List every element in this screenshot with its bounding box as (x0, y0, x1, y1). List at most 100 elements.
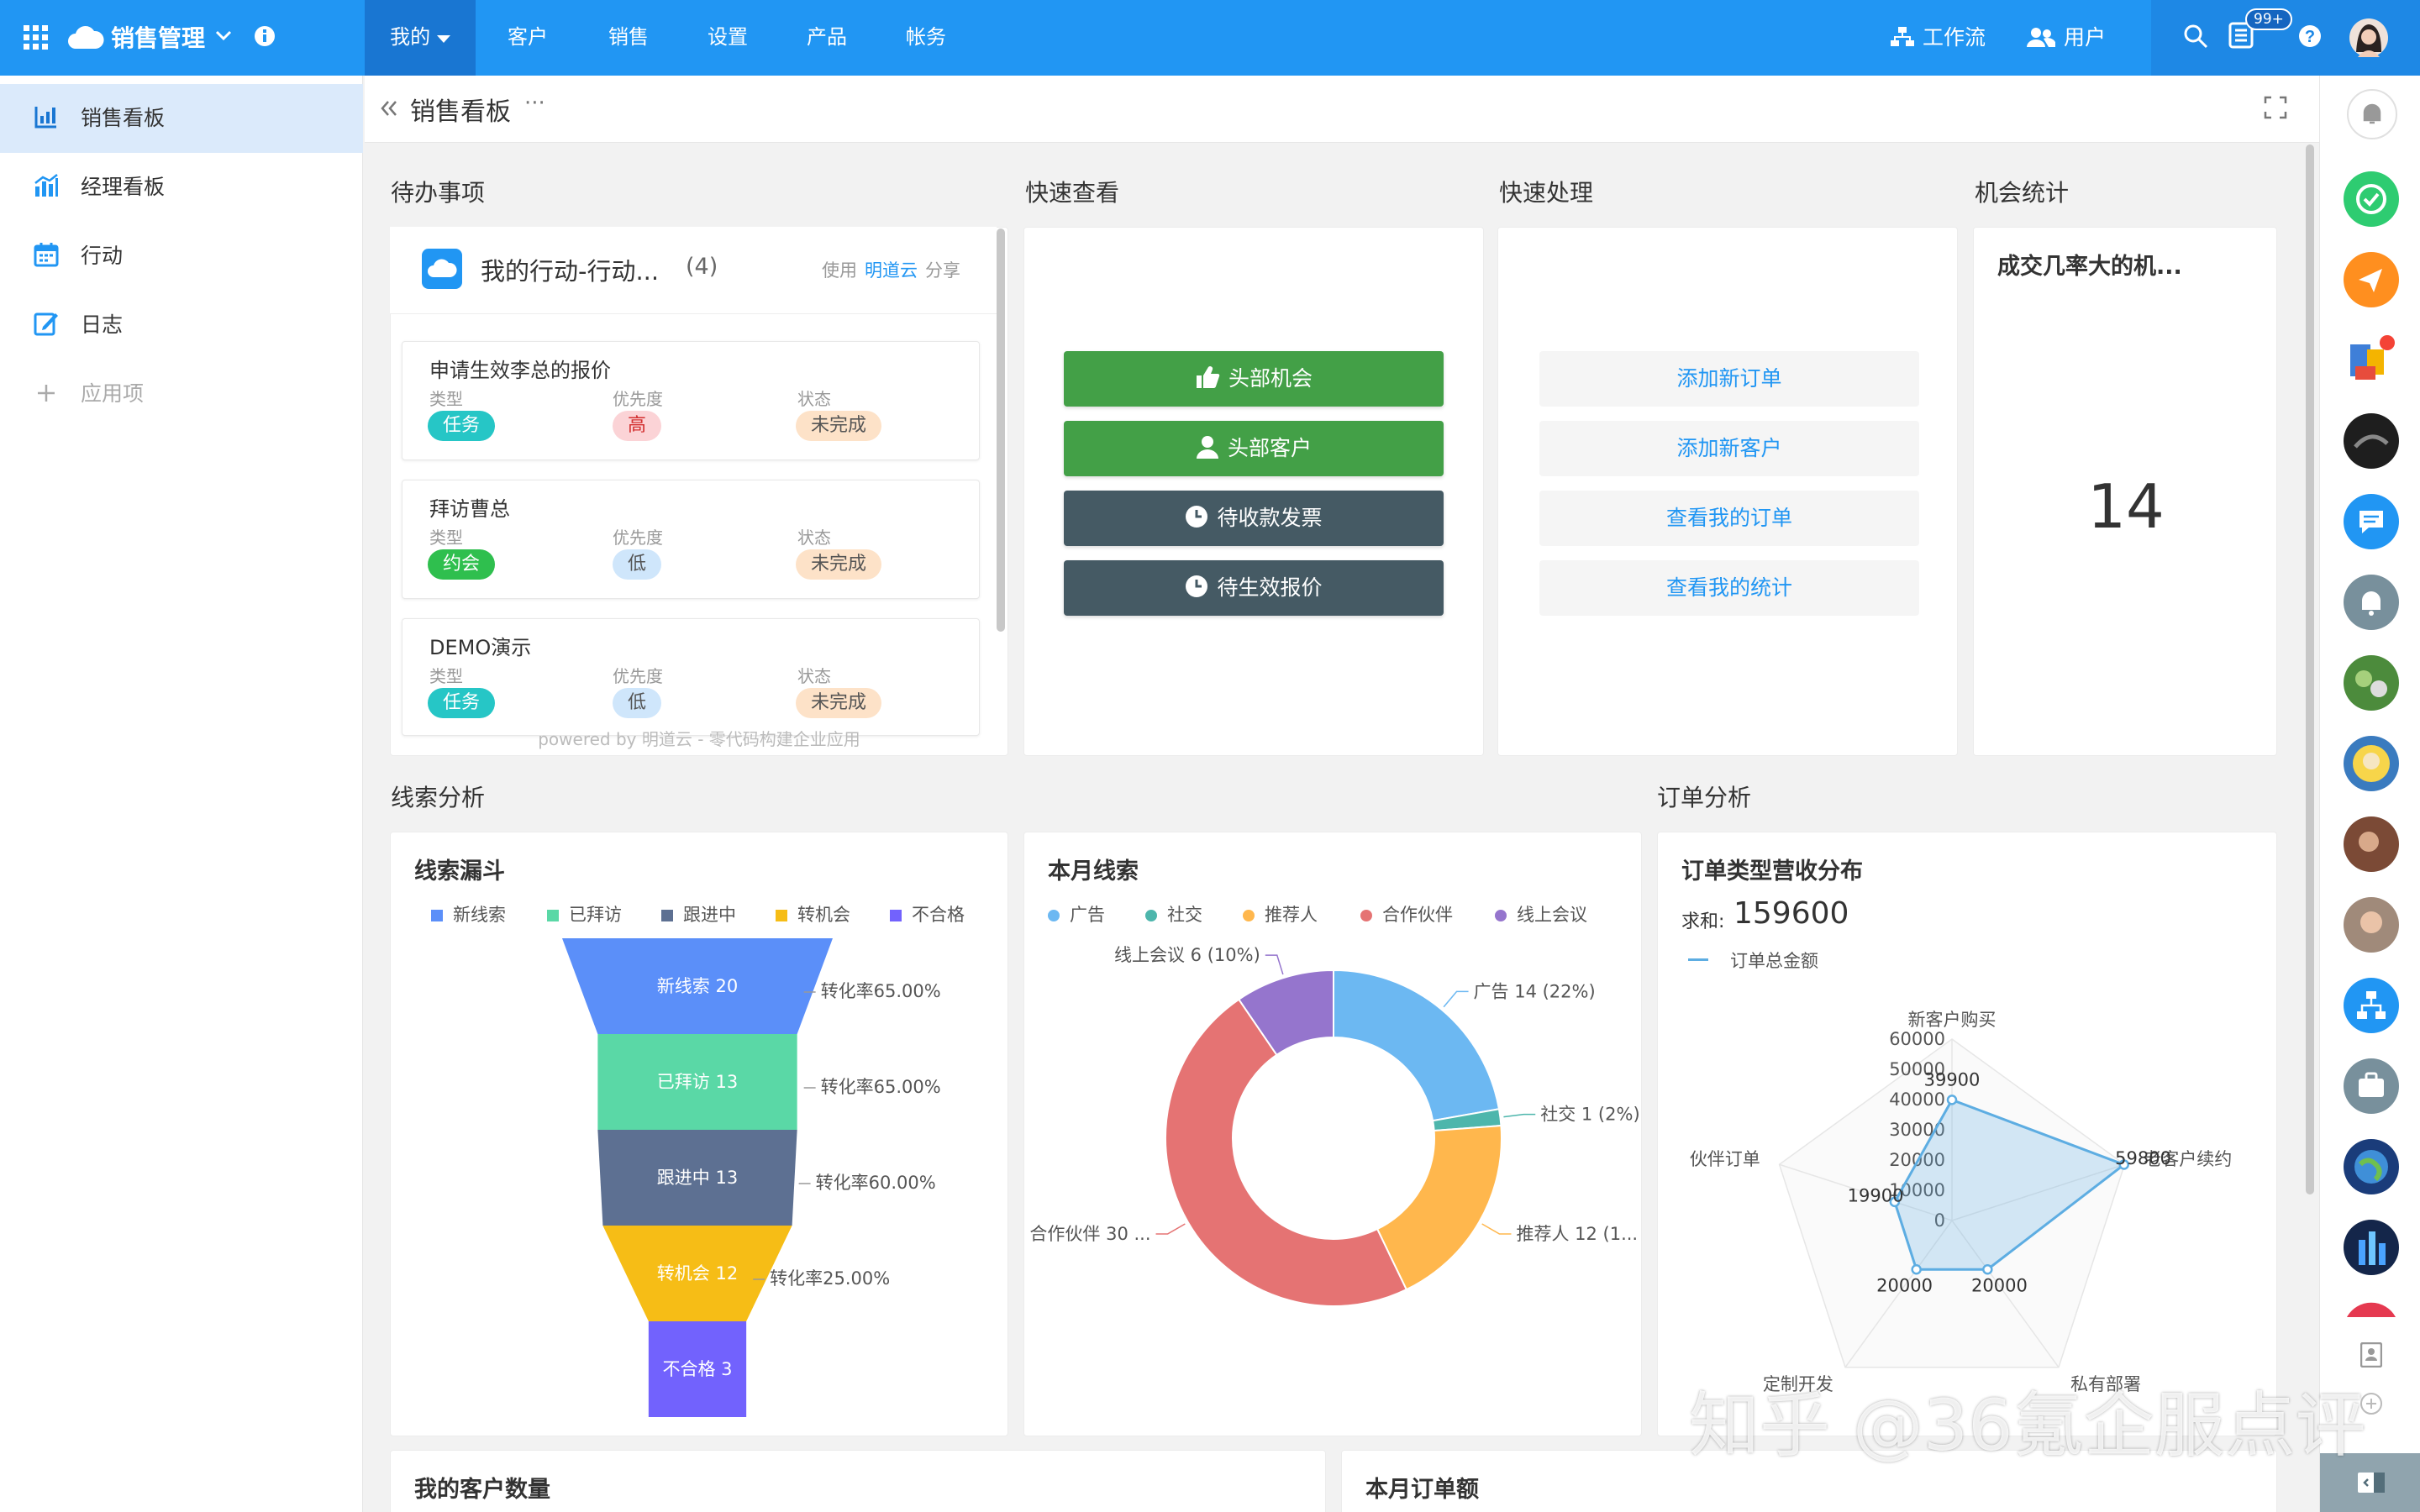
type-label: 类型 (429, 528, 463, 548)
workflow-link[interactable]: 工作流 (1891, 0, 1986, 76)
legend-item[interactable]: 线上会议 (1495, 901, 1587, 927)
sum-value: 159600 (1733, 896, 1849, 931)
info-icon[interactable] (254, 25, 276, 47)
legend-label: 推荐人 (1265, 905, 1318, 925)
org-chart-icon[interactable] (2344, 978, 2399, 1033)
legend-item[interactable]: 推荐人 (1243, 901, 1318, 927)
nav-mine[interactable]: 我的 (365, 0, 476, 76)
legend-item[interactable]: 不合格 (890, 901, 965, 927)
customer-count-card: 我的客户数量 (390, 1450, 1326, 1512)
todo-card-title[interactable]: 我的行动-行动... (481, 252, 659, 287)
users-label: 用户 (2064, 25, 2107, 50)
app-grid-icon[interactable] (24, 25, 49, 50)
legend-item[interactable]: 跟进中 (661, 901, 736, 927)
contact-avatar-icon[interactable] (2344, 816, 2399, 872)
contact-avatar-icon[interactable] (2344, 897, 2399, 953)
app-avatar-partial-icon[interactable] (2344, 1300, 2399, 1317)
view-orders-button[interactable]: 查看我的订单 (1539, 491, 1919, 546)
sidebar-item-manager-board[interactable]: 经理看板 (0, 153, 363, 222)
page-header: 销售看板 ··· (365, 76, 2319, 143)
main-scrollbar[interactable] (2306, 144, 2314, 1194)
section-title-quick-view: 快速查看 (1025, 179, 1120, 207)
priority-badge: 高 (613, 411, 662, 441)
collapse-sidebar-icon[interactable] (380, 99, 398, 118)
nav-sales[interactable]: 销售 (597, 0, 660, 76)
donut-slice (1376, 1124, 1502, 1291)
users-link[interactable]: 用户 (2027, 0, 2106, 76)
briefcase-icon[interactable] (2344, 1058, 2399, 1114)
nav-settings[interactable]: 设置 (696, 0, 760, 76)
legend-label: 已拜访 (569, 905, 622, 925)
page-more-menu[interactable]: ··· (524, 91, 545, 116)
help-icon[interactable]: ? (2297, 24, 2323, 49)
status-badge: 未完成 (796, 688, 882, 718)
chat-icon[interactable] (2344, 494, 2399, 549)
task-item[interactable]: DEMO演示 类型 优先度 状态 任务 低 未完成 (402, 618, 980, 736)
bell-outline-icon[interactable] (2347, 89, 2397, 139)
section-title-quick-handle: 快速处理 (1499, 179, 1594, 207)
globe-avatar-icon[interactable] (2344, 1139, 2399, 1194)
add-order-button[interactable]: 添加新订单 (1539, 351, 1919, 407)
legend-label: 合作伙伴 (1382, 905, 1453, 925)
pending-quote-button[interactable]: 待生效报价 (1064, 560, 1444, 616)
chevron-down-icon[interactable] (215, 30, 232, 42)
app-cube-icon[interactable] (2344, 333, 2399, 388)
top-customers-button[interactable]: 头部客户 (1064, 421, 1444, 476)
funnel-rate-label: 转化率65.00% (821, 1077, 941, 1097)
status-label: 状态 (797, 666, 831, 686)
send-icon[interactable] (2344, 252, 2399, 307)
legend-item[interactable]: 合作伙伴 (1360, 901, 1453, 927)
sidebar-item-log[interactable]: 日志 (0, 291, 363, 360)
donut-slice-label: 社交 1 (2%) (1540, 1105, 1639, 1125)
app-name[interactable]: 销售管理 (111, 20, 205, 54)
contact-card-icon[interactable] (2360, 1342, 2382, 1368)
search-icon[interactable] (2183, 24, 2208, 49)
nav-accounts[interactable]: 帐务 (894, 0, 958, 76)
user-avatar[interactable] (2349, 18, 2388, 57)
check-circle-icon[interactable] (2344, 171, 2399, 227)
collapse-panel-icon[interactable] (2357, 1472, 2386, 1494)
nav-products[interactable]: 产品 (795, 0, 859, 76)
sidebar-label: 日志 (81, 312, 124, 337)
sidebar-item-sales-board[interactable]: 销售看板 (0, 84, 363, 153)
add-customer-button[interactable]: 添加新客户 (1539, 421, 1919, 476)
legend-item[interactable]: 广告 (1048, 901, 1105, 927)
legend-item[interactable]: 已拜访 (547, 901, 622, 927)
task-item[interactable]: 拜访曹总 类型 优先度 状态 约会 低 未完成 (402, 480, 980, 599)
donut-leader-line (1155, 1223, 1186, 1235)
nav-customer[interactable]: 客户 (496, 0, 560, 76)
sidebar-add-app-item[interactable]: 应用项 (0, 360, 363, 428)
sum-label: 求和: (1681, 911, 1725, 932)
app-avatar-game-icon[interactable] (2344, 736, 2399, 791)
legend-label: 跟进中 (683, 905, 736, 925)
todo-scrollbar[interactable] (997, 228, 1005, 632)
bell-icon[interactable] (2344, 575, 2399, 630)
legend-item[interactable]: 新线索 (431, 901, 506, 927)
page-title: 销售看板 (410, 97, 511, 127)
button-label: 头部机会 (1228, 366, 1313, 391)
cloud-logo-icon (68, 26, 104, 49)
pending-invoice-button[interactable]: 待收款发票 (1064, 491, 1444, 546)
task-item[interactable]: 申请生效李总的报价 类型 优先度 状态 任务 高 未完成 (402, 341, 980, 460)
fullscreen-icon[interactable] (2264, 96, 2287, 119)
section-title-leads: 线索分析 (391, 784, 486, 811)
svg-text:?: ? (2305, 28, 2315, 46)
top-opportunities-button[interactable]: 头部机会 (1064, 351, 1444, 407)
city-avatar-icon[interactable] (2344, 1220, 2399, 1275)
sidebar-item-actions[interactable]: 行动 (0, 222, 363, 291)
view-stats-button[interactable]: 查看我的统计 (1539, 560, 1919, 616)
donut-leader-line (1265, 954, 1284, 975)
clock-icon (1186, 575, 1208, 597)
right-rail (2319, 76, 2420, 1512)
powered-by-footer: powered by 明道云 - 零代码构建企业应用 (538, 729, 860, 749)
chevron-down-icon (436, 35, 450, 43)
opportunity-card[interactable]: 成交几率大的机... 14 (1973, 227, 2277, 756)
legend-swatch (431, 910, 443, 921)
share-brand-link[interactable]: 明道云 (865, 257, 918, 282)
type-badge: 任务 (428, 411, 496, 441)
legend-item[interactable]: 转机会 (776, 901, 850, 927)
status-badge: 未完成 (796, 549, 882, 580)
legend-item[interactable]: 社交 (1145, 901, 1202, 927)
app-avatar-dark-icon[interactable] (2344, 413, 2399, 469)
app-avatar-nature-icon[interactable] (2344, 655, 2399, 711)
